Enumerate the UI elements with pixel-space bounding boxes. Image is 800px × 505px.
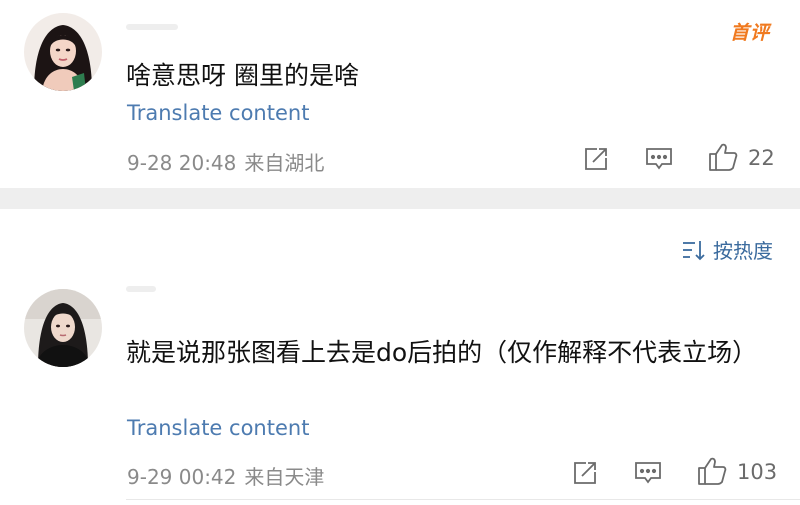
comment-time: 9-28 20:48 xyxy=(127,151,237,175)
translate-link[interactable]: Translate content xyxy=(127,416,309,440)
reply-button[interactable] xyxy=(634,460,662,486)
username-redacted xyxy=(126,286,156,292)
comment-location: 来自湖北 xyxy=(244,151,325,175)
like-button[interactable] xyxy=(697,456,727,486)
sort-by-hot-button[interactable]: 按热度 xyxy=(681,235,773,264)
divider xyxy=(126,499,800,500)
share-icon xyxy=(585,148,607,170)
like-count: 22 xyxy=(748,146,775,170)
comment-meta: 9-29 00:42 来自天津 xyxy=(127,461,324,490)
share-button[interactable] xyxy=(583,146,609,172)
comment-time: 9-29 00:42 xyxy=(127,465,237,489)
avatar[interactable] xyxy=(24,289,102,367)
thumbs-up-icon xyxy=(709,143,738,171)
comment-location: 来自天津 xyxy=(244,465,325,489)
comment-icon xyxy=(646,148,672,170)
comment-text: 就是说那张图看上去是do后拍的（仅作解释不代表立场） xyxy=(126,338,758,367)
first-comment-badge: 首评 xyxy=(729,22,770,44)
reply-button[interactable] xyxy=(645,146,673,172)
translate-link[interactable]: Translate content xyxy=(127,101,309,125)
username-redacted xyxy=(126,24,178,30)
share-button[interactable] xyxy=(572,460,598,486)
sort-icon xyxy=(683,240,705,260)
comment-icon xyxy=(635,462,661,484)
comment-item: 首评 啥意思呀 圈里的是啥 Translate content 9-28 20:… xyxy=(0,0,800,188)
avatar[interactable] xyxy=(24,13,102,91)
like-count: 103 xyxy=(737,460,778,484)
sort-label: 按热度 xyxy=(713,239,773,263)
share-icon xyxy=(574,462,596,484)
comment-meta: 9-28 20:48 来自湖北 xyxy=(127,147,324,176)
thumbs-up-icon xyxy=(698,457,727,485)
comment-item: 就是说那张图看上去是do后拍的（仅作解释不代表立场） Translate con… xyxy=(0,283,800,505)
section-divider xyxy=(0,188,800,209)
comment-text: 啥意思呀 圈里的是啥 xyxy=(126,61,359,90)
like-button[interactable] xyxy=(708,142,738,172)
